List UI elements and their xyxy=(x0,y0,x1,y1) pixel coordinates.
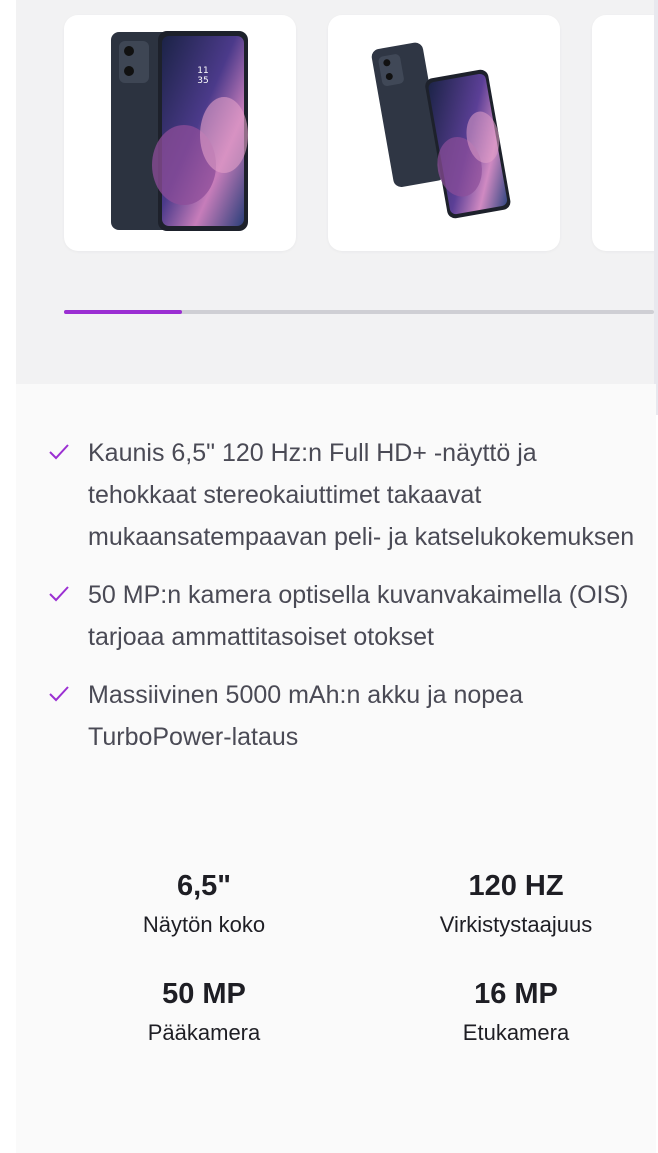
phone-front-image: 11 35 xyxy=(111,31,248,231)
carousel-progress-bar xyxy=(64,310,654,314)
spec-main-camera: 50 MP Pääkamera xyxy=(54,974,354,1050)
spec-label: Näytön koko xyxy=(142,912,266,937)
product-image-carousel[interactable]: 11 35 xyxy=(16,0,654,384)
svg-text:11: 11 xyxy=(197,66,208,76)
next-panel-edge xyxy=(654,0,658,415)
check-icon xyxy=(49,444,69,460)
product-highlights: Kaunis 6,5" 120 Hz:n Full HD+ -näyttö ja… xyxy=(16,384,656,1153)
feature-item: 50 MP:n kamera optisella kuvanvakaimella… xyxy=(16,574,656,658)
svg-text:35: 35 xyxy=(197,76,208,86)
feature-text: Kaunis 6,5" 120 Hz:n Full HD+ -näyttö ja… xyxy=(88,439,635,551)
check-icon xyxy=(49,586,69,602)
spec-label: Virkistystaajuus xyxy=(439,912,593,937)
gallery-thumbnail-2[interactable] xyxy=(328,15,560,251)
gallery-thumbnail-1[interactable]: 11 35 xyxy=(64,15,296,251)
spec-front-camera: 16 MP Etukamera xyxy=(366,974,658,1050)
feature-list: Kaunis 6,5" 120 Hz:n Full HD+ -näyttö ja… xyxy=(16,432,656,774)
feature-item: Massiivinen 5000 mAh:n akku ja nopea Tur… xyxy=(16,674,656,758)
phone-partial-image xyxy=(592,15,654,251)
check-icon xyxy=(49,686,69,702)
product-page: 11 35 Kaunis 6,5" 120 Hz:n Full HD+ -näy… xyxy=(0,0,658,1153)
spec-value: 16 MP xyxy=(474,978,558,1010)
spec-screen-size: 6,5" Näytön koko xyxy=(54,866,354,942)
spec-value: 50 MP xyxy=(162,978,246,1010)
gallery-thumbnail-3[interactable] xyxy=(592,15,654,251)
spec-value: 120 HZ xyxy=(468,870,564,902)
phone-pair-image xyxy=(371,42,511,219)
spec-value: 6,5" xyxy=(176,870,232,902)
feature-item: Kaunis 6,5" 120 Hz:n Full HD+ -näyttö ja… xyxy=(16,432,656,558)
feature-text: Massiivinen 5000 mAh:n akku ja nopea Tur… xyxy=(88,681,523,751)
carousel-progress-fill xyxy=(64,310,182,314)
spec-label: Etukamera xyxy=(462,1020,570,1045)
spec-refresh-rate: 120 HZ Virkistystaajuus xyxy=(366,866,658,942)
feature-text: 50 MP:n kamera optisella kuvanvakaimella… xyxy=(88,581,629,651)
spec-label: Pääkamera xyxy=(147,1020,261,1045)
